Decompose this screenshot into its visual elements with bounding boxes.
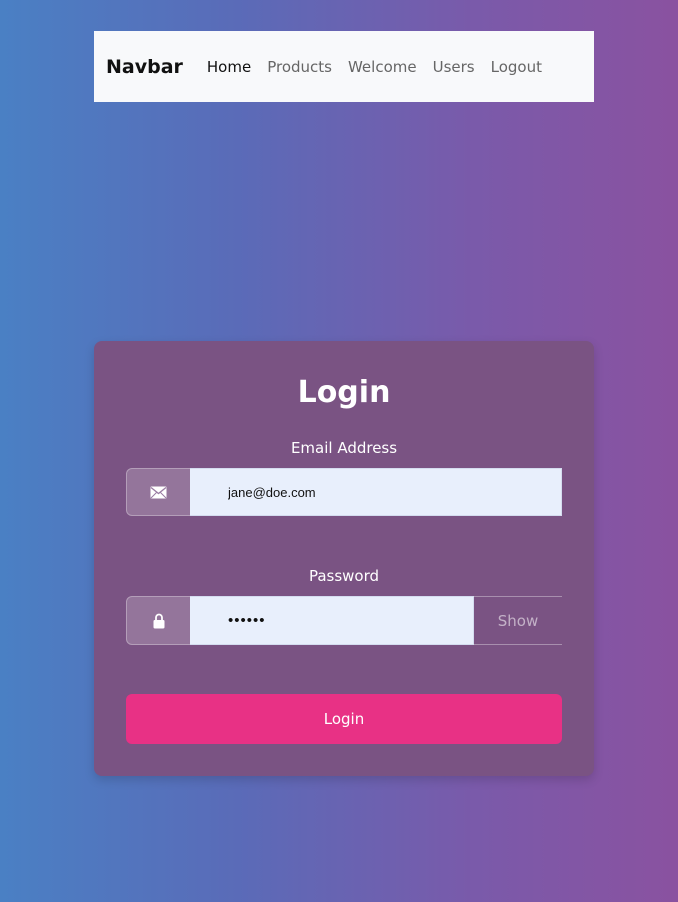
login-card: Login Email Address Password Show Login [94,341,594,776]
show-password-button[interactable]: Show [474,596,562,645]
navbar-brand[interactable]: Navbar [106,56,183,78]
navbar: Navbar Home Products Welcome Users Logou… [94,31,594,102]
nav-link-welcome[interactable]: Welcome [348,58,417,76]
envelope-icon [126,468,190,516]
email-input-group [126,468,562,516]
password-input-group: Show [126,596,562,645]
login-title: Login [297,375,391,410]
email-input[interactable] [190,468,562,516]
nav-link-logout[interactable]: Logout [491,58,542,76]
nav-link-home[interactable]: Home [207,58,251,76]
nav-link-products[interactable]: Products [267,58,332,76]
lock-icon [126,596,190,645]
nav-link-users[interactable]: Users [433,58,475,76]
nav-links: Home Products Welcome Users Logout [207,58,542,76]
password-input[interactable] [190,596,474,645]
email-label: Email Address [290,439,398,457]
password-label: Password [308,567,380,585]
login-button[interactable]: Login [126,694,562,744]
